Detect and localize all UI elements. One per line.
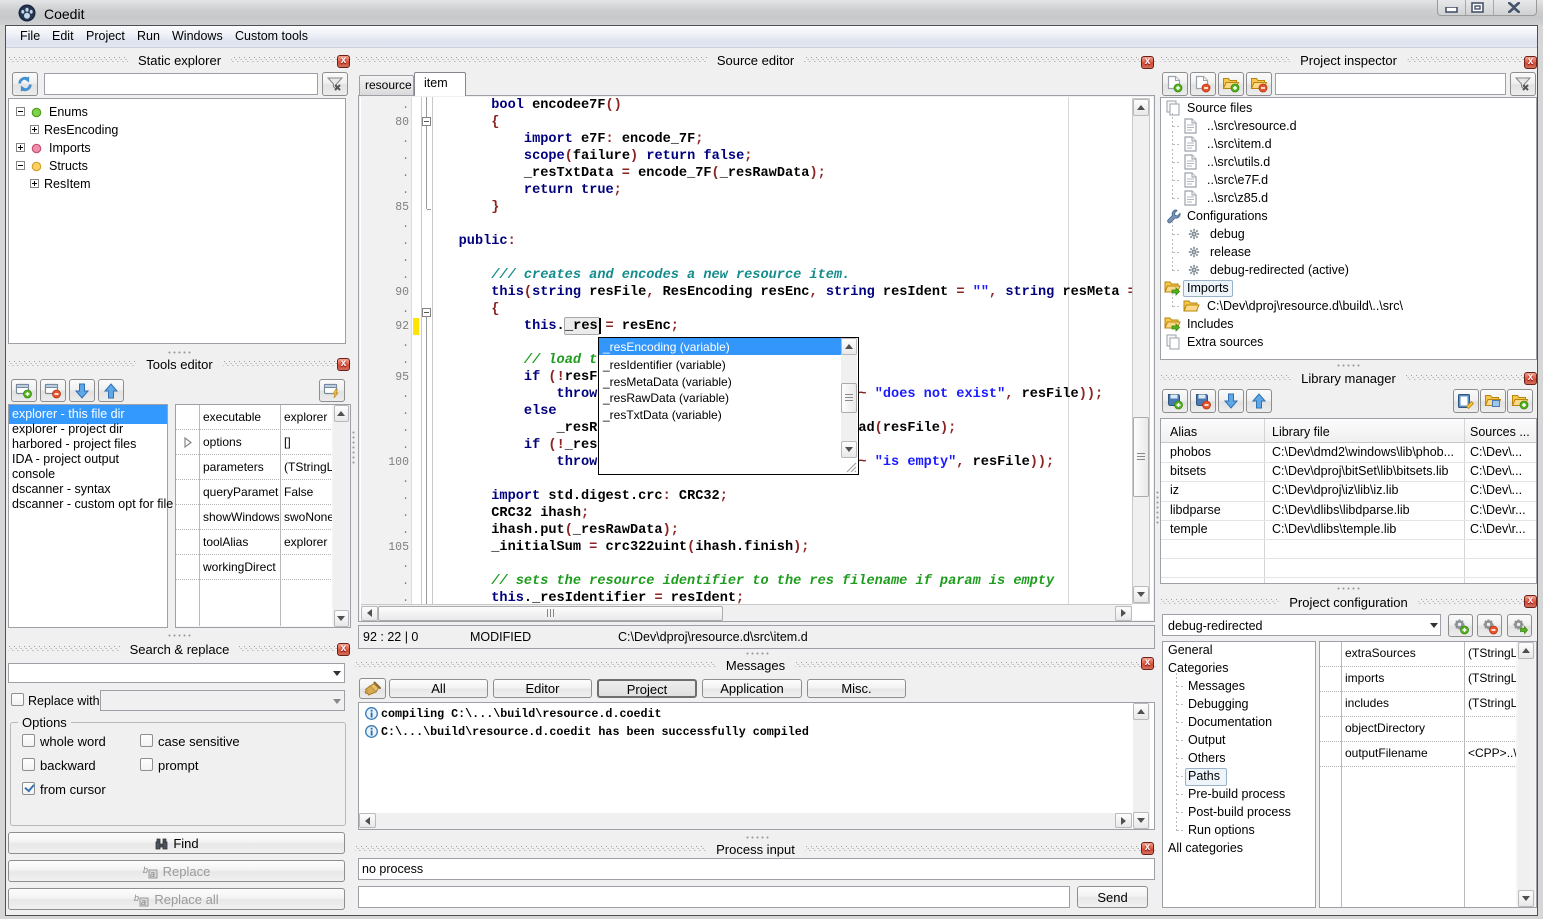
svg-text:b: b	[134, 893, 139, 903]
svg-text:a: a	[141, 897, 146, 907]
svg-text:a: a	[150, 869, 155, 879]
svg-text:b: b	[143, 865, 148, 875]
